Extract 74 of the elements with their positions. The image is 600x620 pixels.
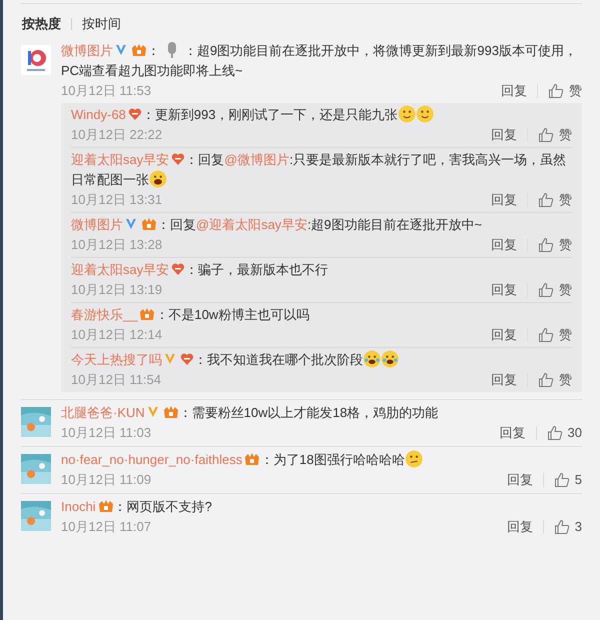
- like-count: 30: [568, 424, 582, 442]
- fan-badge-icon: [180, 352, 194, 366]
- comment-text: 微博图片 ： ：超9图功能目前在逐批开放中，将微博更新到最新993版本可使用，PC端查看超九图功能即将上线~: [61, 40, 578, 80]
- tears-of-joy-icon: [363, 350, 381, 368]
- sort-tab[interactable]: 按热度: [22, 14, 61, 34]
- reply-link[interactable]: 回复: [506, 470, 533, 490]
- fan-badge-icon: [128, 106, 142, 120]
- tears-of-joy-icon: [381, 350, 399, 368]
- thumbs-up-icon[interactable]: [548, 82, 564, 98]
- like-count: 赞: [559, 190, 572, 208]
- thumbs-up-icon[interactable]: [538, 282, 554, 298]
- verified-icon: [146, 406, 159, 418]
- like-count: 赞: [559, 126, 572, 144]
- microphone-icon: [166, 40, 178, 58]
- verified-icon: [164, 352, 176, 364]
- comment-time: 10月12日 11:03: [61, 424, 152, 442]
- laughing-face-icon: [149, 170, 167, 188]
- comment-time: 10月12日 12:14: [71, 326, 162, 344]
- like-count: 赞: [559, 370, 572, 388]
- member-badge-icon: [244, 452, 260, 466]
- like-count: 赞: [559, 280, 572, 298]
- reply-link[interactable]: 回复: [491, 370, 517, 390]
- thumbs-up-icon[interactable]: [538, 326, 554, 342]
- comment-text: 春游快乐__ ：不是10w粉博主也可以吗: [71, 306, 310, 324]
- smiley-icon: [416, 104, 434, 122]
- reply-link[interactable]: 回复: [491, 124, 517, 144]
- thumbs-up-icon[interactable]: [538, 236, 554, 252]
- thumbs-up-icon[interactable]: [554, 518, 570, 534]
- reply-link[interactable]: 回复: [491, 324, 517, 344]
- member-badge-icon: [141, 216, 157, 230]
- comment-time: 10月12日 13:28: [71, 236, 162, 254]
- member-badge-icon: [139, 306, 156, 320]
- comment-time: 10月12日 11:09: [61, 470, 152, 488]
- thumbs-up-icon[interactable]: [538, 126, 554, 142]
- like-count: 赞: [559, 236, 572, 254]
- like-count: 3: [574, 518, 582, 536]
- smirk-face-icon: [404, 450, 423, 468]
- comment-time: 10月12日 11:07: [61, 518, 152, 536]
- comment-text: 微博图片 ：回复@迎着太阳say早安:超9图功能目前在逐批开放中~: [71, 216, 483, 234]
- member-badge-icon: [98, 498, 114, 512]
- reply-link[interactable]: 回复: [506, 516, 533, 536]
- comment-time: 10月12日 11:54: [71, 370, 162, 388]
- member-badge-icon: [162, 404, 179, 418]
- verified-icon: [125, 218, 137, 230]
- comment-time: 10月12日 13:31: [71, 190, 162, 208]
- comment-text: 迎着太阳say早安 ：骗子，最新版本也不行: [71, 260, 330, 279]
- like-count: 5: [574, 470, 582, 488]
- member-badge-icon: [131, 42, 147, 56]
- comment-text: 北腿爸爸·KUN ：需要粉丝10w以上才能发18格，鸡肋的功能: [61, 404, 440, 422]
- fan-badge-icon: [171, 262, 186, 276]
- verified-icon: [115, 44, 127, 56]
- reply-link[interactable]: 回复: [491, 190, 517, 210]
- comment-time: 10月12日 13:19: [71, 280, 162, 298]
- like-count: 赞: [559, 326, 572, 344]
- thumbs-up-icon[interactable]: [538, 192, 554, 208]
- reply-link[interactable]: 回复: [500, 422, 526, 442]
- thumbs-up-icon[interactable]: [546, 424, 563, 440]
- reply-link[interactable]: 回复: [491, 234, 517, 254]
- like-count: 赞: [569, 82, 582, 100]
- logo-avatar: [21, 44, 51, 74]
- comment-text: no·fear_no·hunger_no·faithless ：为了18图强行哈哈哈哈: [61, 450, 582, 470]
- sort-tab[interactable]: 按时间: [82, 14, 121, 34]
- comment-text: Inochi ：网页版不支持?: [61, 498, 213, 516]
- comment-text: 迎着太阳say早安 ：回复@微博图片:只要是最新版本就行了吧，害我高兴一场，虽然日常配图一张: [71, 150, 568, 190]
- thumbs-up-icon[interactable]: [538, 372, 554, 388]
- reply-link[interactable]: 回复: [501, 80, 527, 100]
- comment-text: Windy-68 ：更新到993，刚刚试了一下，还是只能九张: [71, 104, 572, 124]
- thumbs-up-icon[interactable]: [554, 472, 570, 488]
- reply-link[interactable]: 回复: [491, 280, 517, 300]
- fan-badge-icon: [171, 152, 186, 166]
- comment-time: 10月12日 11:53: [61, 82, 152, 100]
- smiley-icon: [398, 104, 416, 122]
- comment-time: 10月12日 22:22: [71, 126, 162, 144]
- comment-text: 今天上热搜了吗 ：我不知道我在哪个批次阶段: [71, 350, 572, 370]
